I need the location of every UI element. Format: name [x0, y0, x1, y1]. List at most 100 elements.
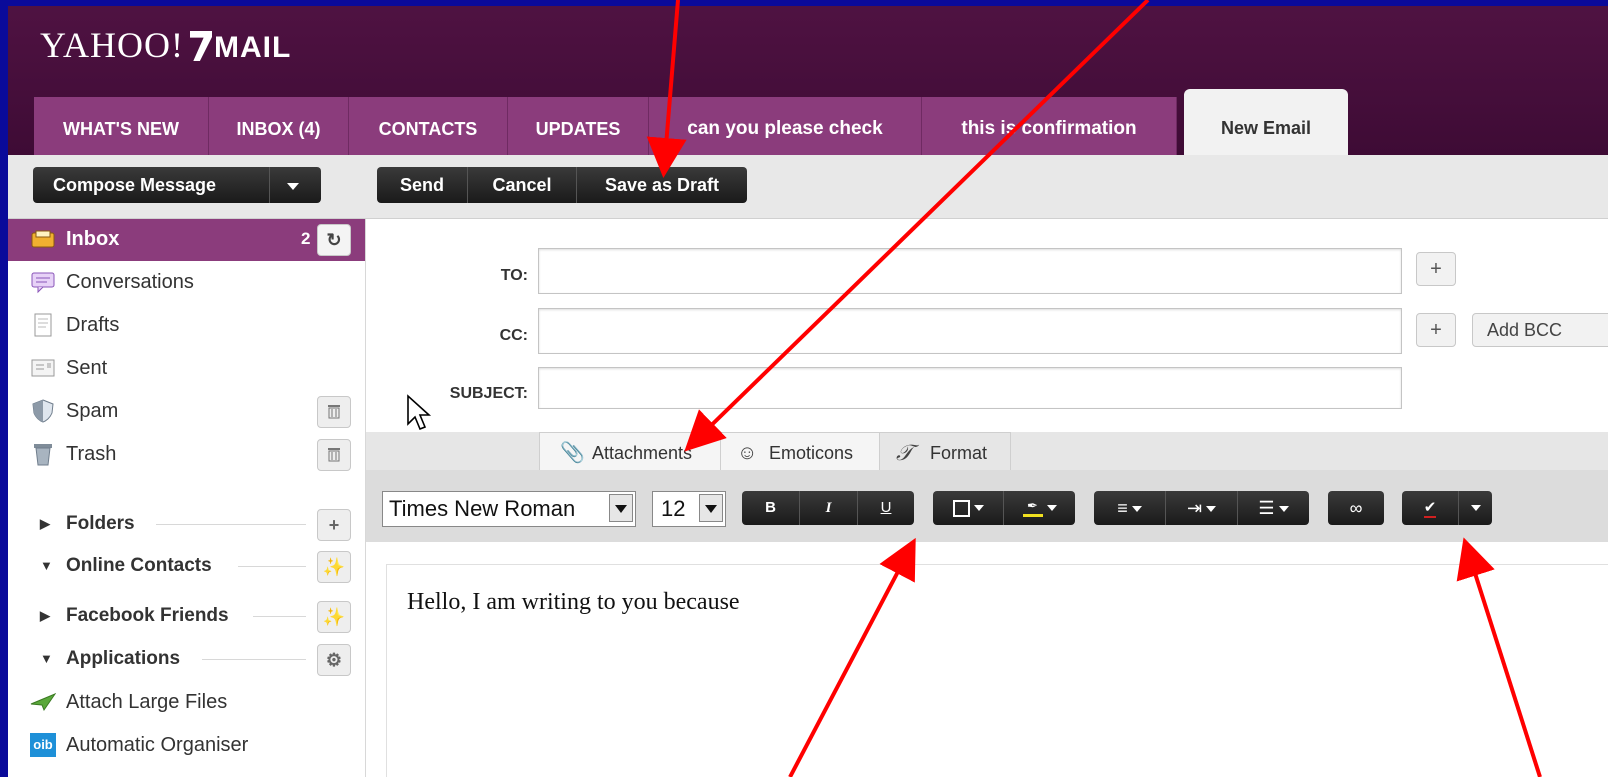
add-cc-button[interactable]: +	[1416, 313, 1456, 347]
messenger-status-icon[interactable]: ✨	[317, 551, 351, 583]
paper-plane-icon	[30, 693, 56, 712]
font-family-value: Times New Roman	[389, 496, 576, 521]
font-size-select[interactable]: 12	[652, 491, 726, 527]
add-bcc-button[interactable]: Add BCC	[1472, 313, 1608, 347]
attachments-label: Attachments	[592, 443, 693, 463]
cc-field[interactable]	[538, 308, 1402, 354]
tab-updates[interactable]: UPDATES	[508, 97, 649, 155]
tab-attachments[interactable]: 📎 Attachments	[539, 432, 721, 471]
empty-trash-icon[interactable]	[317, 439, 351, 471]
compose-panel: TO: + CC: + Add BCC SUBJECT: 📎 Attachmen…	[366, 219, 1608, 777]
message-body-text: Hello, I am writing to you because	[407, 589, 740, 615]
underline-button[interactable]: U	[858, 491, 914, 525]
cancel-button[interactable]: Cancel	[468, 167, 577, 203]
color-group: ✒	[933, 491, 1075, 525]
screenshot: YAHOO! MAIL WHAT'S NEW INBOX (4) CONTACTS…	[8, 6, 1608, 777]
compose-divider	[269, 167, 270, 203]
trash-label: Trash	[66, 443, 117, 465]
align-button[interactable]: ≡	[1094, 491, 1166, 525]
expand-arrow-icon[interactable]: ▶	[40, 504, 50, 544]
empty-spam-icon[interactable]	[317, 396, 351, 428]
format-label: Format	[930, 443, 988, 463]
tab-whats-new[interactable]: WHAT'S NEW	[34, 97, 209, 155]
bullet-list-icon: ☰	[1258, 498, 1275, 518]
expand-arrow-icon[interactable]: ▶	[40, 596, 50, 636]
mouse-cursor-icon	[407, 394, 432, 431]
spellcheck-dropdown-button[interactable]	[1459, 491, 1492, 525]
group-divider	[156, 524, 306, 525]
automatic-organiser-label: Automatic Organiser	[66, 734, 249, 756]
text-color-icon	[952, 499, 970, 517]
sidebar-item-drafts[interactable]: Drafts	[8, 305, 365, 345]
font-family-select[interactable]: Times New Roman	[382, 491, 636, 527]
seven-logo-icon	[190, 31, 212, 61]
to-field[interactable]	[538, 248, 1402, 294]
insert-link-button[interactable]: ∞	[1328, 491, 1384, 525]
emoticons-label: Emoticons	[769, 443, 854, 463]
spellcheck-group: ✔	[1402, 491, 1492, 525]
tab-message-check[interactable]: can you please check	[649, 97, 922, 155]
sidebar-group-online-contacts[interactable]: ▼ Online Contacts ✨	[8, 546, 365, 586]
sent-label: Sent	[66, 357, 108, 379]
text-color-button[interactable]	[933, 491, 1004, 525]
drafts-icon	[34, 313, 52, 337]
facebook-friends-label: Facebook Friends	[66, 605, 229, 626]
tab-format[interactable]: 𝒯 Format	[879, 432, 1011, 471]
chevron-down-icon[interactable]	[699, 494, 723, 522]
tab-inbox[interactable]: INBOX (4)	[209, 97, 349, 155]
send-button[interactable]: Send	[377, 167, 468, 203]
group-divider	[253, 616, 306, 617]
sidebar-item-spam[interactable]: Spam	[8, 391, 365, 431]
conversations-label: Conversations	[66, 271, 194, 293]
tab-contacts[interactable]: CONTACTS	[349, 97, 508, 155]
facebook-status-icon[interactable]: ✨	[317, 601, 351, 633]
text-style-group: B I U	[742, 491, 914, 525]
message-body-editor[interactable]: Hello, I am writing to you because	[386, 564, 1608, 777]
compose-dropdown-icon[interactable]	[287, 167, 299, 203]
sidebar-app-automatic-organiser[interactable]: oib Automatic Organiser	[8, 725, 365, 765]
sidebar-group-applications[interactable]: ▼ Applications ⚙	[8, 639, 365, 679]
tab-emoticons[interactable]: ☺ Emoticons	[720, 432, 880, 471]
gear-icon[interactable]: ⚙	[317, 644, 351, 676]
header-bar: YAHOO! MAIL WHAT'S NEW INBOX (4) CONTACTS…	[8, 6, 1608, 155]
sidebar-app-attach-large-files[interactable]: Attach Large Files	[8, 682, 365, 722]
add-recipient-button[interactable]: +	[1416, 252, 1456, 286]
sidebar-item-trash[interactable]: Trash	[8, 434, 365, 474]
collapse-arrow-icon[interactable]: ▼	[40, 639, 53, 679]
bold-button[interactable]: B	[742, 491, 800, 525]
list-button[interactable]: ☰	[1238, 491, 1309, 525]
message-actions-group: Send Cancel Save as Draft	[377, 167, 747, 203]
link-icon: ∞	[1349, 498, 1363, 518]
spellcheck-button[interactable]: ✔	[1402, 491, 1459, 525]
highlighter-icon: ✒	[1022, 499, 1043, 517]
subject-field[interactable]	[538, 367, 1402, 409]
collapse-arrow-icon[interactable]: ▼	[40, 546, 53, 586]
action-toolbar: Compose Message Send Cancel Save as Draf…	[8, 155, 1608, 219]
tab-new-email[interactable]: New Email	[1184, 89, 1348, 155]
sidebar-group-facebook-friends[interactable]: ▶ Facebook Friends ✨	[8, 596, 365, 636]
add-folder-icon[interactable]: +	[317, 509, 351, 541]
save-draft-button[interactable]: Save as Draft	[577, 167, 747, 203]
applications-label: Applications	[66, 648, 181, 669]
logo-product: MAIL	[214, 31, 292, 64]
indent-button[interactable]: ⇥	[1166, 491, 1238, 525]
chevron-down-icon[interactable]	[609, 494, 633, 522]
sidebar-item-inbox[interactable]: Inbox 2 ↻	[8, 219, 365, 261]
group-divider	[238, 566, 306, 567]
online-contacts-label: Online Contacts	[66, 555, 212, 576]
sidebar-item-sent[interactable]: Sent	[8, 348, 365, 388]
compose-message-button[interactable]: Compose Message	[33, 167, 321, 203]
cc-label: CC:	[499, 327, 528, 344]
font-size-value: 12	[661, 496, 686, 521]
refresh-icon[interactable]: ↻	[317, 224, 351, 256]
sidebar-item-conversations[interactable]: Conversations	[8, 262, 365, 302]
subject-label: SUBJECT:	[449, 385, 528, 402]
italic-button[interactable]: I	[800, 491, 858, 525]
highlight-color-button[interactable]: ✒	[1004, 491, 1075, 525]
yahoo-mail-logo[interactable]: YAHOO! MAIL	[40, 24, 291, 66]
sidebar-group-folders[interactable]: ▶ Folders +	[8, 504, 365, 544]
group-divider	[202, 659, 306, 660]
inbox-icon	[31, 230, 55, 248]
to-label: TO:	[500, 267, 528, 284]
tab-message-confirmation[interactable]: this is confirmation	[922, 97, 1177, 155]
